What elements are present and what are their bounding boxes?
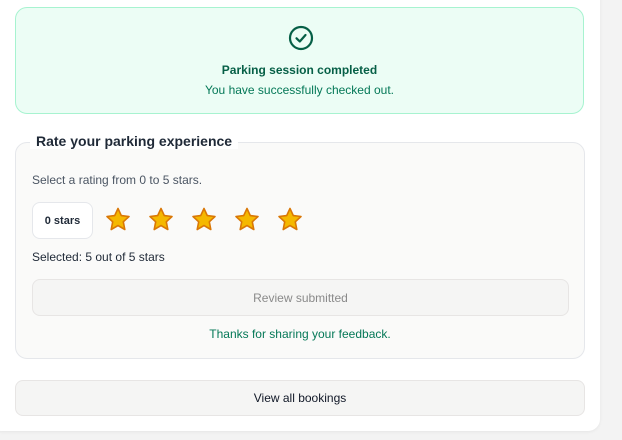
star-icon-1[interactable] bbox=[104, 206, 132, 234]
banner-subtitle: You have successfully checked out. bbox=[204, 83, 394, 97]
review-submitted-button[interactable]: Review submitted bbox=[32, 279, 569, 316]
view-all-bookings-button[interactable]: View all bookings bbox=[15, 380, 585, 416]
success-banner: Parking session completed You have succe… bbox=[15, 7, 584, 114]
star-icon-3[interactable] bbox=[190, 206, 218, 234]
rating-legend: Rate your parking experience bbox=[30, 133, 239, 149]
selected-rating-text: Selected: 5 out of 5 stars bbox=[32, 250, 165, 264]
rating-fieldset: Select a rating from 0 to 5 stars. 0 sta… bbox=[15, 142, 585, 359]
star-icon-2[interactable] bbox=[147, 206, 175, 234]
zero-stars-button[interactable]: 0 stars bbox=[32, 202, 93, 239]
rating-hint: Select a rating from 0 to 5 stars. bbox=[32, 173, 203, 187]
banner-title: Parking session completed bbox=[221, 63, 378, 77]
check-circle-icon bbox=[288, 25, 314, 51]
thanks-message: Thanks for sharing your feedback. bbox=[209, 327, 391, 341]
star-icon-4[interactable] bbox=[233, 206, 261, 234]
star-icon-5[interactable] bbox=[276, 206, 304, 234]
